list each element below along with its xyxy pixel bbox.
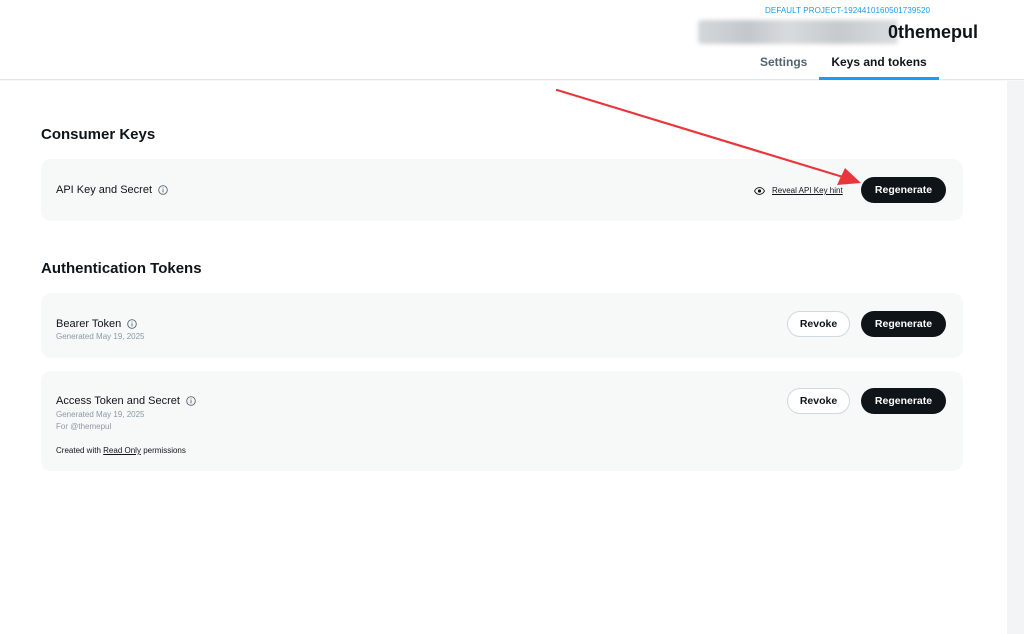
access-token-card: Access Token and Secret Generated May 19… — [41, 371, 963, 471]
bearer-title-row: Bearer Token — [56, 318, 137, 330]
tab-settings[interactable]: Settings — [748, 46, 819, 80]
access-title-row: Access Token and Secret — [56, 395, 196, 407]
reveal-label: Reveal API Key hint — [772, 186, 843, 195]
reveal-api-key-hint-link[interactable]: Reveal API Key hint — [754, 186, 843, 195]
regenerate-api-key-button[interactable]: Regenerate — [861, 177, 946, 203]
revoke-access-button[interactable]: Revoke — [787, 388, 850, 414]
revoke-bearer-button[interactable]: Revoke — [787, 311, 850, 337]
read-only-permission-link[interactable]: Read Only — [103, 446, 141, 455]
access-token-title: Access Token and Secret — [56, 395, 180, 407]
app-name-text: 0themepul — [887, 21, 978, 42]
api-key-title-row: API Key and Secret — [56, 184, 168, 196]
redacted-app-name — [698, 20, 898, 44]
scroll-gutter — [1007, 81, 1024, 634]
permissions-note: Created with Read Only permissions — [56, 446, 186, 455]
regenerate-access-button[interactable]: Regenerate — [861, 388, 946, 414]
bearer-token-card: Bearer Token Generated May 19, 2025 Revo… — [41, 293, 963, 358]
info-icon[interactable] — [127, 319, 137, 329]
top-header: DEFAULT PROJECT-1924410160501739520 0the… — [0, 0, 1024, 80]
project-label: DEFAULT PROJECT-1924410160501739520 — [765, 6, 931, 15]
api-key-title: API Key and Secret — [56, 184, 152, 196]
tab-keys-and-tokens[interactable]: Keys and tokens — [819, 46, 939, 80]
authentication-tokens-heading: Authentication Tokens — [41, 260, 202, 277]
api-key-card: API Key and Secret Reveal API Key hint R… — [41, 159, 963, 221]
app-name: 0themepul — [698, 19, 978, 45]
access-generated-date: Generated May 19, 2025 — [56, 410, 145, 419]
bearer-token-title: Bearer Token — [56, 318, 122, 330]
permissions-suffix: permissions — [143, 446, 186, 455]
permissions-prefix: Created with — [56, 446, 101, 455]
main-panel: Consumer Keys API Key and Secret Reveal … — [0, 81, 1007, 634]
eye-icon — [754, 186, 765, 195]
bearer-generated-date: Generated May 19, 2025 — [56, 332, 145, 341]
consumer-keys-heading: Consumer Keys — [41, 126, 156, 143]
tab-bar: Settings Keys and tokens — [748, 46, 939, 80]
info-icon[interactable] — [186, 396, 196, 406]
access-for-user: For @themepul — [56, 422, 112, 431]
info-icon[interactable] — [158, 185, 168, 195]
regenerate-bearer-button[interactable]: Regenerate — [861, 311, 946, 337]
